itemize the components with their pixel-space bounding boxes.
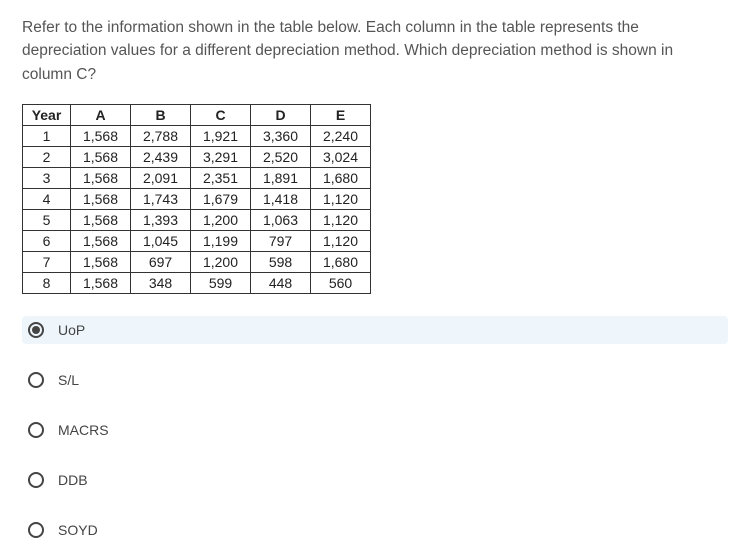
table-cell: 1,199: [191, 230, 251, 251]
table-header-cell: C: [191, 104, 251, 125]
table-header-cell: E: [311, 104, 371, 125]
table-cell: 2,439: [131, 146, 191, 167]
table-cell: 1,680: [311, 251, 371, 272]
table-row: 41,5681,7431,6791,4181,120: [23, 188, 371, 209]
table-cell: 598: [251, 251, 311, 272]
radio-icon[interactable]: [28, 372, 44, 388]
table-cell: 3,360: [251, 125, 311, 146]
table-cell: 1: [23, 125, 71, 146]
table-cell: 6: [23, 230, 71, 251]
table-cell: 1,045: [131, 230, 191, 251]
answer-option-label: SOYD: [58, 522, 98, 538]
table-row: 31,5682,0912,3511,8911,680: [23, 167, 371, 188]
table-cell: 1,679: [191, 188, 251, 209]
table-cell: 1,120: [311, 209, 371, 230]
table-row: 51,5681,3931,2001,0631,120: [23, 209, 371, 230]
table-header-cell: Year: [23, 104, 71, 125]
table-cell: 348: [131, 272, 191, 293]
table-cell: 3: [23, 167, 71, 188]
table-cell: 3,291: [191, 146, 251, 167]
question-page: Refer to the information shown in the ta…: [0, 0, 750, 560]
table-cell: 2: [23, 146, 71, 167]
table-cell: 1,568: [71, 188, 131, 209]
answer-option-label: S/L: [58, 372, 79, 388]
table-cell: 1,568: [71, 125, 131, 146]
radio-icon[interactable]: [28, 422, 44, 438]
table-cell: 8: [23, 272, 71, 293]
answer-option[interactable]: MACRS: [22, 416, 728, 444]
table-header-cell: D: [251, 104, 311, 125]
radio-icon[interactable]: [28, 472, 44, 488]
table-cell: 1,200: [191, 251, 251, 272]
table-body: 11,5682,7881,9213,3602,24021,5682,4393,2…: [23, 125, 371, 293]
table-row: 81,568348599448560: [23, 272, 371, 293]
table-header-cell: B: [131, 104, 191, 125]
table-cell: 1,200: [191, 209, 251, 230]
table-cell: 1,680: [311, 167, 371, 188]
table-row: 11,5682,7881,9213,3602,240: [23, 125, 371, 146]
table-cell: 697: [131, 251, 191, 272]
answer-option-label: UoP: [58, 322, 85, 338]
table-cell: 1,393: [131, 209, 191, 230]
answer-options: UoP S/L MACRS DDB SOYD: [22, 316, 728, 544]
table-cell: 1,568: [71, 209, 131, 230]
answer-option[interactable]: DDB: [22, 466, 728, 494]
table-cell: 1,568: [71, 146, 131, 167]
table-cell: 1,063: [251, 209, 311, 230]
table-cell: 1,418: [251, 188, 311, 209]
table-cell: 2,240: [311, 125, 371, 146]
table-cell: 3,024: [311, 146, 371, 167]
answer-option[interactable]: UoP: [22, 316, 728, 344]
answer-option-label: DDB: [58, 472, 88, 488]
table-cell: 2,091: [131, 167, 191, 188]
table-cell: 599: [191, 272, 251, 293]
table-cell: 2,788: [131, 125, 191, 146]
table-cell: 560: [311, 272, 371, 293]
radio-icon[interactable]: [28, 322, 44, 338]
table-cell: 1,568: [71, 167, 131, 188]
table-cell: 5: [23, 209, 71, 230]
table-cell: 1,568: [71, 230, 131, 251]
table-cell: 1,568: [71, 251, 131, 272]
table-cell: 1,120: [311, 188, 371, 209]
radio-icon[interactable]: [28, 522, 44, 538]
table-cell: 2,520: [251, 146, 311, 167]
table-cell: 1,120: [311, 230, 371, 251]
table-cell: 1,568: [71, 272, 131, 293]
question-text: Refer to the information shown in the ta…: [22, 16, 722, 86]
table-header-cell: A: [71, 104, 131, 125]
answer-option[interactable]: SOYD: [22, 516, 728, 544]
answer-option-label: MACRS: [58, 422, 109, 438]
table-cell: 1,891: [251, 167, 311, 188]
table-header-row: Year A B C D E: [23, 104, 371, 125]
table-cell: 2,351: [191, 167, 251, 188]
table-cell: 1,743: [131, 188, 191, 209]
answer-option[interactable]: S/L: [22, 366, 728, 394]
table-cell: 4: [23, 188, 71, 209]
table-cell: 7: [23, 251, 71, 272]
table-row: 21,5682,4393,2912,5203,024: [23, 146, 371, 167]
table-row: 71,5686971,2005981,680: [23, 251, 371, 272]
table-cell: 797: [251, 230, 311, 251]
table-row: 61,5681,0451,1997971,120: [23, 230, 371, 251]
table-cell: 448: [251, 272, 311, 293]
table-cell: 1,921: [191, 125, 251, 146]
depreciation-table: Year A B C D E 11,5682,7881,9213,3602,24…: [22, 104, 371, 294]
